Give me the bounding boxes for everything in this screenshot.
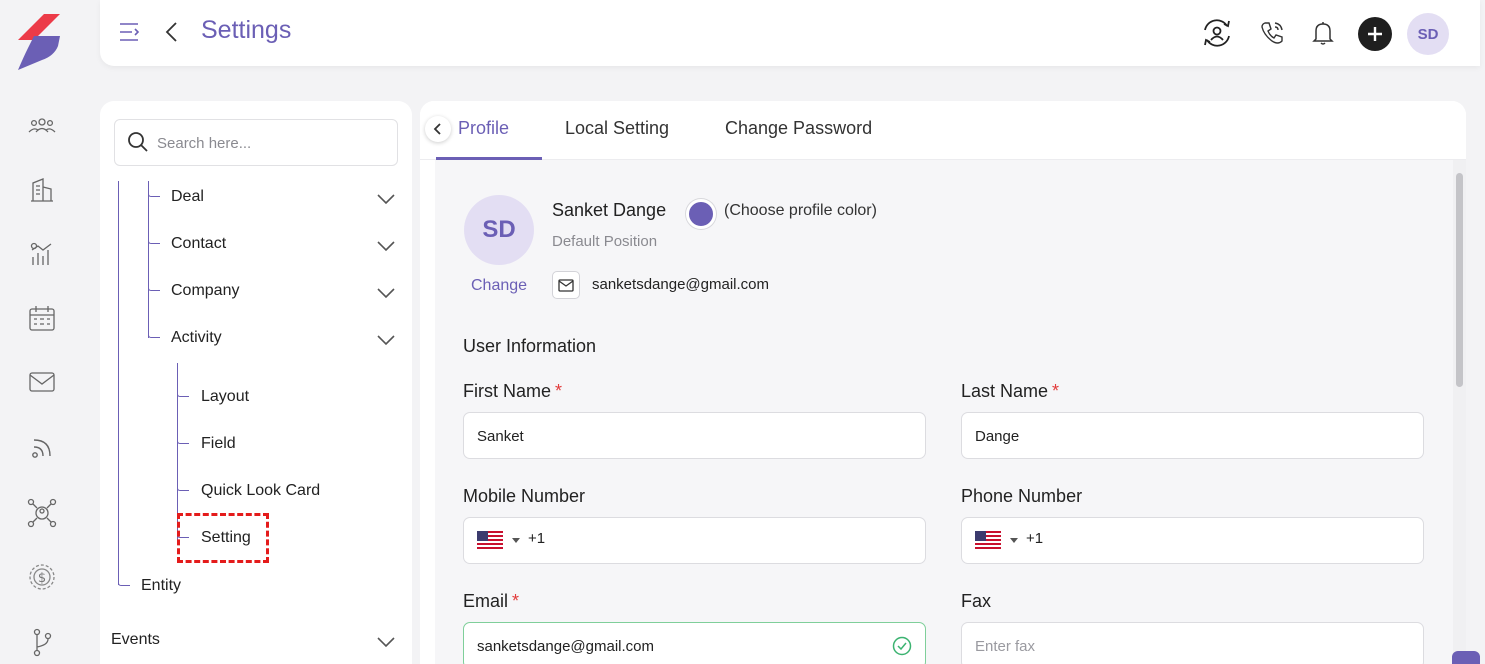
user-sync-icon[interactable] [1200, 16, 1234, 50]
fax-input[interactable] [975, 633, 1375, 659]
menu-toggle-icon[interactable] [118, 20, 142, 44]
building-icon[interactable] [26, 174, 58, 206]
last-name-field[interactable] [961, 412, 1424, 459]
tree-item-contact[interactable]: Contact [171, 235, 226, 253]
tree-item-events[interactable]: Events [111, 631, 160, 649]
page-title: Settings [201, 16, 292, 44]
tree-branch-entity [118, 576, 130, 586]
tree-item-company[interactable]: Company [171, 282, 239, 300]
scrollbar[interactable] [1453, 160, 1466, 664]
icon-rail: $ [0, 0, 84, 664]
workflow-icon[interactable] [26, 626, 58, 658]
section-title: User Information [463, 336, 597, 356]
tree-item-quick-look-card[interactable]: Quick Look Card [201, 482, 320, 500]
mail-icon [552, 271, 580, 299]
mobile-dial-code: +1 [528, 530, 546, 547]
tree-item-field[interactable]: Field [201, 435, 236, 453]
first-name-input[interactable] [477, 423, 877, 449]
settings-tree-panel: Deal Contact Company Activity Layout Fie… [100, 101, 412, 664]
tree-branch [148, 328, 160, 338]
chevron-down-icon[interactable] [376, 192, 396, 206]
tree-branch [177, 481, 189, 491]
chevron-down-icon[interactable] [376, 635, 396, 649]
tree-search[interactable] [114, 119, 398, 166]
tree-item-layout[interactable]: Layout [201, 388, 249, 406]
plus-icon [1368, 27, 1382, 41]
phone-dial-code: +1 [1026, 530, 1044, 547]
back-icon[interactable] [162, 20, 182, 44]
chevron-down-icon[interactable] [376, 286, 396, 300]
profile-content: SD Change Sanket Dange (Choose profile c… [435, 160, 1455, 664]
profile-avatar: SD [464, 195, 534, 265]
analytics-icon[interactable] [26, 238, 58, 270]
tree-item-deal[interactable]: Deal [171, 188, 204, 206]
calendar-icon[interactable] [26, 302, 58, 334]
first-name-label: First Name * [463, 381, 563, 401]
tree-branch [148, 234, 160, 244]
email-field[interactable] [463, 622, 926, 664]
profile-name: Sanket Dange [552, 200, 667, 220]
help-tab[interactable] [1452, 651, 1480, 664]
tab-change-password[interactable]: Change Password [725, 118, 872, 139]
tree-branch [148, 281, 160, 291]
top-header: Settings SD [100, 0, 1480, 66]
tree-branch [177, 434, 189, 444]
last-name-label: Last Name * [961, 381, 1060, 401]
app-logo[interactable] [14, 12, 64, 72]
collapse-tree-button[interactable] [425, 116, 451, 142]
us-flag-icon[interactable] [975, 531, 1001, 549]
email-input[interactable] [477, 633, 877, 659]
phone-field[interactable]: +1 [961, 517, 1424, 564]
tree-branch [177, 528, 189, 538]
mail-icon[interactable] [26, 366, 58, 398]
tree-line-root [118, 181, 119, 585]
chevron-left-icon [433, 123, 441, 135]
tabs-bar: Profile Local Setting Change Password [420, 101, 1466, 160]
svg-text:$: $ [38, 571, 46, 586]
tab-local-setting[interactable]: Local Setting [565, 118, 669, 139]
tree-search-input[interactable] [157, 130, 387, 156]
profile-color-picker[interactable] [686, 199, 716, 229]
chevron-down-icon[interactable] [376, 239, 396, 253]
phone-label: Phone Number [961, 486, 1083, 506]
last-name-input[interactable] [975, 423, 1375, 449]
tree-line-modules [148, 181, 149, 338]
change-avatar-link[interactable]: Change [471, 277, 527, 295]
people-icon[interactable] [26, 110, 58, 142]
profile-panel: Profile Local Setting Change Password SD… [420, 101, 1466, 664]
tree-item-activity[interactable]: Activity [171, 329, 222, 347]
chevron-down-icon[interactable] [376, 333, 396, 347]
country-dropdown-caret[interactable] [512, 538, 520, 543]
network-icon[interactable] [26, 497, 58, 529]
user-avatar[interactable]: SD [1407, 13, 1449, 55]
profile-email: sanketsdange@gmail.com [592, 276, 769, 293]
tab-profile[interactable]: Profile [458, 118, 509, 139]
profile-color-label: (Choose profile color) [724, 202, 877, 219]
mobile-field[interactable]: +1 [463, 517, 926, 564]
first-name-field[interactable] [463, 412, 926, 459]
us-flag-icon[interactable] [477, 531, 503, 549]
add-button[interactable] [1358, 17, 1392, 51]
tree-branch [148, 187, 160, 197]
valid-check-icon [892, 636, 912, 656]
scroll-thumb[interactable] [1456, 173, 1463, 387]
country-dropdown-caret[interactable] [1010, 538, 1018, 543]
feed-icon[interactable] [26, 432, 58, 464]
mobile-label: Mobile Number [463, 486, 586, 506]
email-label: Email * [463, 591, 520, 611]
profile-position: Default Position [552, 233, 658, 250]
tree-item-setting[interactable]: Setting [201, 529, 251, 547]
dollar-icon[interactable]: $ [26, 561, 58, 593]
fax-label: Fax [961, 591, 992, 611]
bell-icon[interactable] [1306, 16, 1340, 50]
search-icon [128, 132, 148, 152]
phone-call-icon[interactable] [1255, 16, 1289, 50]
tree-item-entity[interactable]: Entity [141, 577, 181, 595]
fax-field[interactable] [961, 622, 1424, 664]
tree-branch [177, 387, 189, 397]
